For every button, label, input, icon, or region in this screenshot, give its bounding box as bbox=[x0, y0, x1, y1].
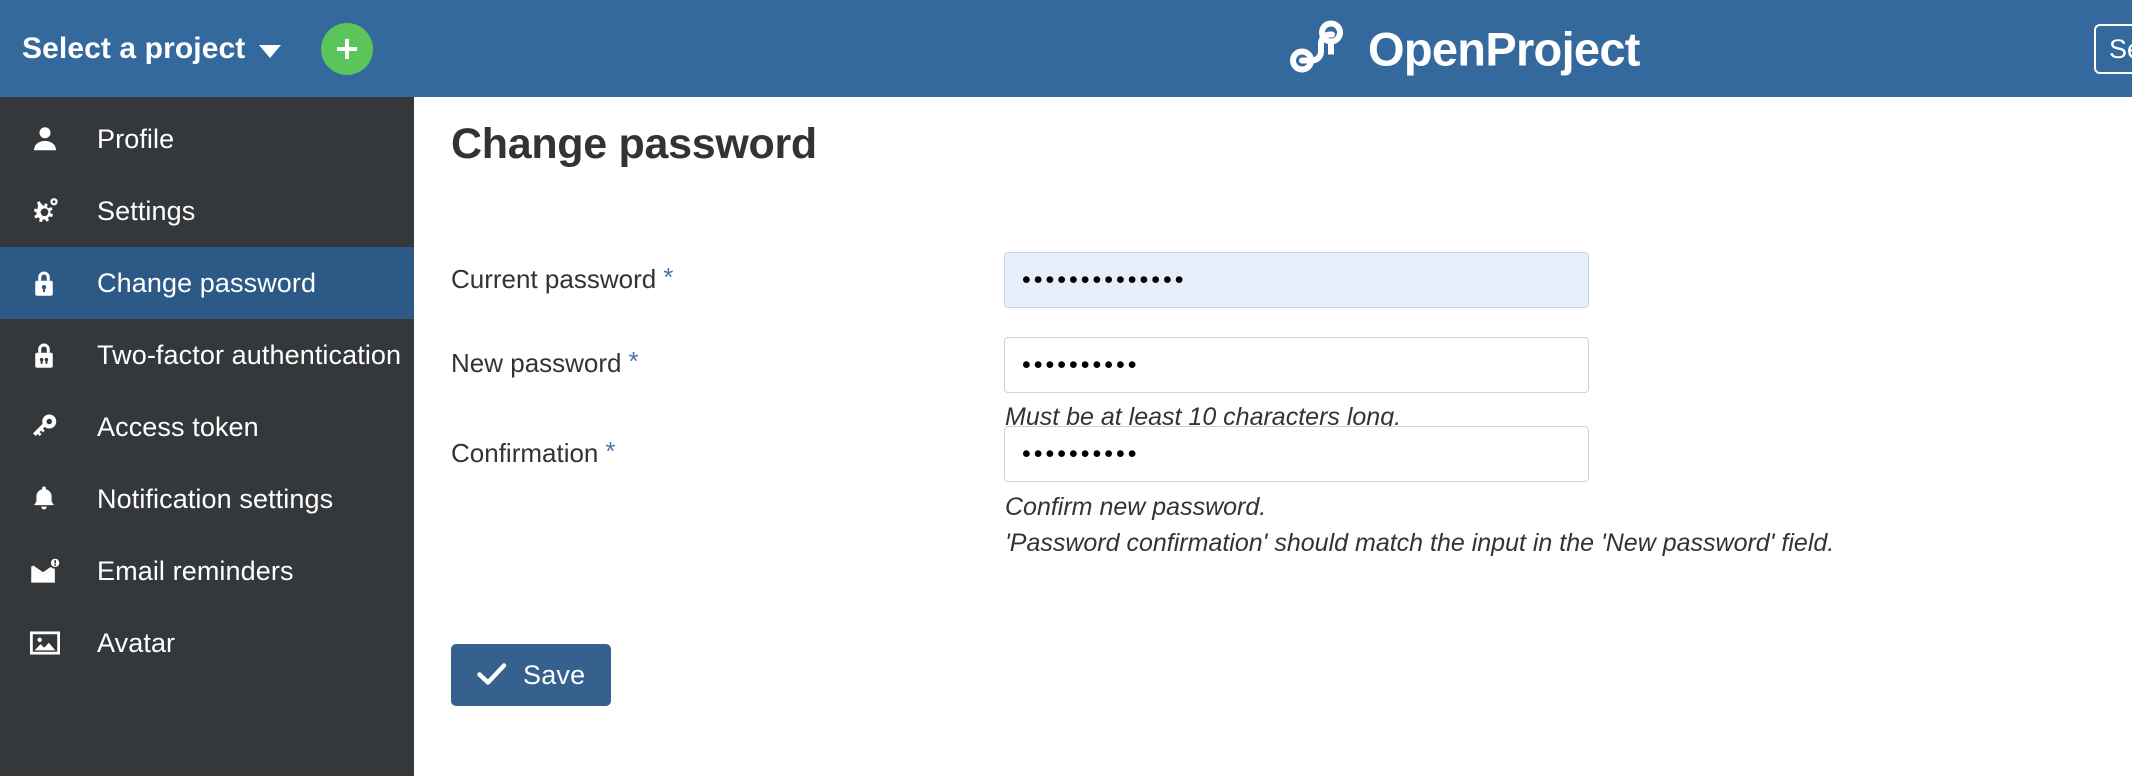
check-icon bbox=[477, 661, 507, 690]
chevron-down-icon bbox=[259, 44, 282, 58]
main-content: Change password Current password * ••••••… bbox=[414, 97, 2132, 776]
brand-name: OpenProject bbox=[1368, 22, 1640, 75]
current-password-label: Current password * bbox=[451, 262, 674, 294]
save-button[interactable]: Save bbox=[451, 644, 612, 706]
sidebar-item-label: Avatar bbox=[97, 627, 176, 658]
sidebar-item-two-factor-authentication[interactable]: Two-factor authentication bbox=[0, 319, 414, 391]
required-marker: * bbox=[605, 436, 616, 466]
save-button-label: Save bbox=[523, 659, 586, 690]
lock-shield-icon bbox=[30, 340, 74, 370]
add-project-button[interactable] bbox=[321, 22, 374, 75]
sidebar-item-settings[interactable]: Settings bbox=[0, 175, 414, 247]
sidebar-item-profile[interactable]: Profile bbox=[0, 103, 414, 175]
confirmation-hint-1: Confirm new password. bbox=[1005, 493, 1267, 521]
sidebar-item-label: Profile bbox=[97, 123, 175, 154]
lock-icon bbox=[30, 268, 74, 298]
sidebar: Profile Settings Change password Two-fac… bbox=[0, 97, 414, 776]
plus-icon bbox=[333, 35, 361, 63]
openproject-logo-icon bbox=[1290, 20, 1350, 77]
current-password-input[interactable]: •••••••••••••• bbox=[1004, 252, 1589, 308]
image-icon bbox=[30, 630, 74, 656]
key-icon bbox=[30, 412, 74, 442]
sidebar-item-label: Email reminders bbox=[97, 555, 294, 586]
sidebar-item-change-password[interactable]: Change password bbox=[0, 247, 414, 319]
new-password-label: New password * bbox=[451, 346, 639, 378]
search-input[interactable]: Se bbox=[2094, 24, 2132, 74]
sidebar-item-notification-settings[interactable]: Notification settings bbox=[0, 463, 414, 535]
sidebar-item-access-token[interactable]: Access token bbox=[0, 391, 414, 463]
sidebar-item-label: Two-factor authentication bbox=[97, 339, 402, 370]
new-password-input[interactable]: •••••••••• bbox=[1004, 337, 1589, 393]
bell-icon bbox=[30, 484, 74, 514]
sidebar-item-avatar[interactable]: Avatar bbox=[0, 607, 414, 679]
sidebar-item-label: Access token bbox=[97, 411, 259, 442]
page-title: Change password bbox=[451, 120, 817, 168]
confirmation-input[interactable]: •••••••••• bbox=[1004, 426, 1589, 482]
user-icon bbox=[30, 124, 74, 154]
sidebar-item-label: Notification settings bbox=[97, 483, 334, 514]
project-selector[interactable]: Select a project bbox=[22, 0, 282, 97]
required-marker: * bbox=[663, 262, 674, 292]
sidebar-item-label: Settings bbox=[97, 195, 196, 226]
project-selector-label: Select a project bbox=[22, 31, 246, 65]
envelope-alert-icon bbox=[30, 557, 74, 585]
top-header: Select a project OpenProject Se bbox=[0, 0, 2132, 97]
gears-icon bbox=[30, 196, 74, 226]
sidebar-item-label: Change password bbox=[97, 267, 317, 298]
sidebar-item-email-reminders[interactable]: Email reminders bbox=[0, 535, 414, 607]
confirmation-hint-2: 'Password confirmation' should match the… bbox=[1005, 529, 1835, 557]
brand-logo[interactable]: OpenProject bbox=[1290, 20, 1640, 77]
required-marker: * bbox=[628, 346, 639, 376]
confirmation-label: Confirmation * bbox=[451, 436, 616, 468]
